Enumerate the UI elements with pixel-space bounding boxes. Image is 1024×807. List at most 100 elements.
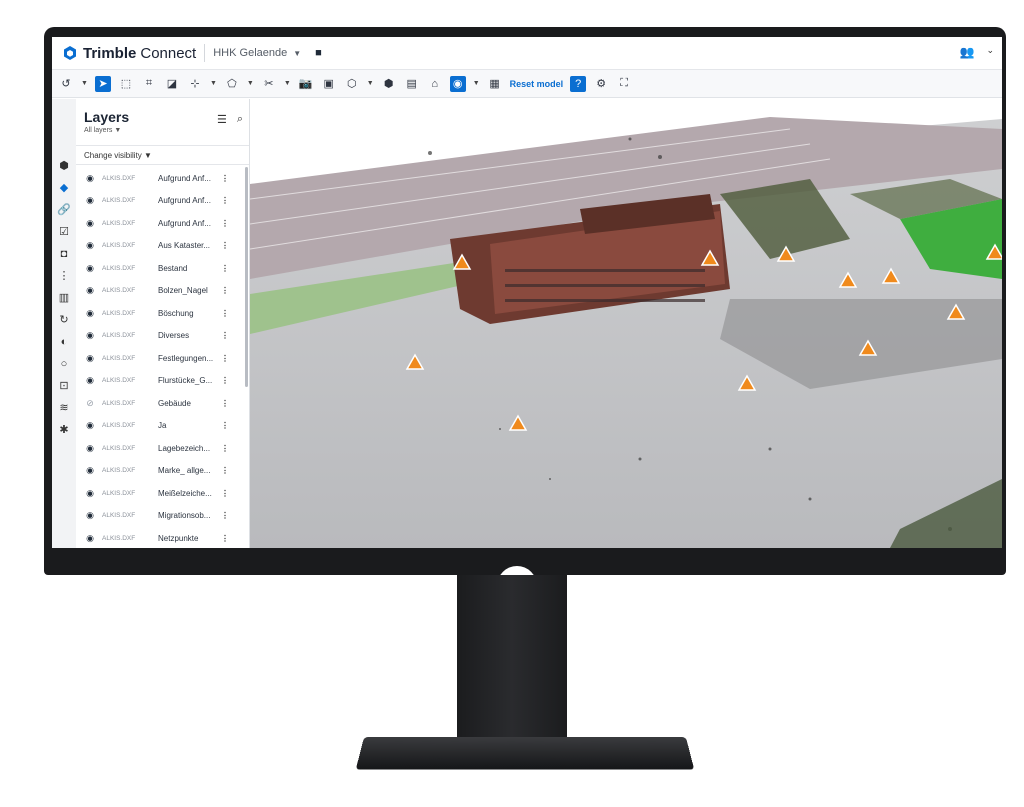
orbit-icon[interactable]: ↺ <box>58 76 74 92</box>
eye-icon[interactable]: ◉ <box>84 218 96 229</box>
more-options-icon[interactable]: ⋮ <box>220 241 230 250</box>
layer-row[interactable]: ◉ ALKIS.DXF Aufgrund Anf... ⋮ <box>76 167 244 190</box>
panel-scrollbar[interactable] <box>245 167 248 387</box>
walk-icon[interactable]: ⌂ <box>427 76 443 92</box>
chevron-down-icon[interactable]: ⌄ <box>986 45 994 59</box>
select-pointer-icon[interactable]: ➤ <box>94 75 111 92</box>
layer-row[interactable]: ◉ ALKIS.DXF Bolzen_Nagel ⋮ <box>76 280 244 303</box>
layer-row[interactable]: ◉ ALKIS.DXF Aufgrund Anf... ⋮ <box>76 190 244 213</box>
search-icon[interactable]: ⌕ <box>237 113 243 126</box>
focus-icon[interactable]: ⊡ <box>57 379 71 393</box>
layer-row[interactable]: ◉ ALKIS.DXF Bestand ⋮ <box>76 257 244 280</box>
eye-icon[interactable]: ◉ <box>84 488 96 499</box>
chevron-down-icon[interactable]: ▼ <box>473 80 480 87</box>
box-select-icon[interactable]: ⬚ <box>118 76 134 92</box>
eye-icon[interactable]: ◉ <box>84 465 96 476</box>
more-options-icon[interactable]: ⋮ <box>220 309 230 318</box>
more-options-icon[interactable]: ⋮ <box>220 376 230 385</box>
eye-icon[interactable]: ◉ <box>84 195 96 206</box>
layer-row[interactable]: ◉ ALKIS.DXF Aufgrund Anf... ⋮ <box>76 212 244 235</box>
gear-icon[interactable]: ⚙ <box>593 76 609 92</box>
more-options-icon[interactable]: ⋮ <box>220 174 230 183</box>
chevron-down-icon[interactable]: ▼ <box>210 80 217 87</box>
eye-icon[interactable]: ◉ <box>84 510 96 521</box>
more-options-icon[interactable]: ⋮ <box>220 399 230 408</box>
fullscreen-icon[interactable]: ⛶ <box>616 76 632 92</box>
eye-icon[interactable]: ◉ <box>84 285 96 296</box>
camera-view-icon[interactable]: ◘ <box>57 247 71 261</box>
eye-icon[interactable]: ◉ <box>84 308 96 319</box>
layer-row[interactable]: ◉ ALKIS.DXF Festlegungen... ⋮ <box>76 347 244 370</box>
calculator-icon[interactable]: ▦ <box>487 76 503 92</box>
measure-icon[interactable]: ⊹ <box>187 76 203 92</box>
layer-row[interactable]: ◉ ALKIS.DXF Ja ⋮ <box>76 415 244 438</box>
more-options-icon[interactable]: ⋮ <box>220 286 230 295</box>
more-options-icon[interactable]: ⋮ <box>220 444 230 453</box>
help-icon[interactable]: ? <box>570 75 587 92</box>
layer-row[interactable]: ◉ ALKIS.DXF Aus Kataster... ⋮ <box>76 235 244 258</box>
area-select-icon[interactable]: ⌗ <box>141 76 157 92</box>
tree-icon[interactable]: ⋮ <box>57 269 71 283</box>
object-icon[interactable]: ◐ <box>57 335 71 349</box>
eye-icon[interactable]: ◉ <box>84 443 96 454</box>
change-visibility-dropdown[interactable]: Change visibility ▼ <box>76 145 249 165</box>
chevron-down-icon[interactable]: ▼ <box>81 80 88 87</box>
more-options-icon[interactable]: ⋮ <box>220 421 230 430</box>
layer-row[interactable]: ◉ ALKIS.DXF Marke_ allge... ⋮ <box>76 460 244 483</box>
more-options-icon[interactable]: ⋮ <box>220 534 230 543</box>
chevron-down-icon[interactable]: ▼ <box>367 80 374 87</box>
extension-icon[interactable]: ✱ <box>57 423 71 437</box>
layer-row[interactable]: ⊘ ALKIS.DXF Gebäude ⋮ <box>76 392 244 415</box>
reset-model-button[interactable]: Reset model <box>510 79 564 89</box>
snapshot-icon[interactable]: ▣ <box>321 76 337 92</box>
eye-icon[interactable]: ◉ <box>84 263 96 274</box>
link-icon[interactable]: 🔗 <box>57 203 71 217</box>
layer-row[interactable]: ◉ ALKIS.DXF Böschung ⋮ <box>76 302 244 325</box>
more-options-icon[interactable]: ⋮ <box>220 354 230 363</box>
markup-shape-icon[interactable]: ⬠ <box>224 76 240 92</box>
clip-scissors-icon[interactable]: ✂ <box>261 76 277 92</box>
section-box-icon[interactable]: ⬢ <box>381 76 397 92</box>
layer-row[interactable]: ◉ ALKIS.DXF Diverses ⋮ <box>76 325 244 348</box>
camera-icon[interactable]: 📷 <box>298 76 314 92</box>
stack-icon[interactable]: ≋ <box>57 401 71 415</box>
more-options-icon[interactable]: ⋮ <box>220 331 230 340</box>
chevron-down-icon[interactable]: ▼ <box>247 80 254 87</box>
users-icon[interactable]: 👥 <box>960 45 975 59</box>
eye-icon[interactable]: ◉ <box>84 375 96 386</box>
ring-icon[interactable]: ○ <box>57 357 71 371</box>
more-options-icon[interactable]: ⋮ <box>220 466 230 475</box>
folder-icon[interactable]: ■ <box>315 47 322 59</box>
view-list-icon[interactable]: ▤ <box>404 76 420 92</box>
layer-row[interactable]: ◉ ALKIS.DXF Lagebezeich... ⋮ <box>76 437 244 460</box>
more-options-icon[interactable]: ⋮ <box>220 489 230 498</box>
more-options-icon[interactable]: ⋮ <box>220 264 230 273</box>
layer-row[interactable]: ◉ ALKIS.DXF Flurstücke_G... ⋮ <box>76 370 244 393</box>
more-options-icon[interactable]: ⋮ <box>220 219 230 228</box>
isolate-icon[interactable]: ◪ <box>164 76 180 92</box>
layers-icon[interactable]: ◆ <box>57 181 71 195</box>
layer-row[interactable]: ◉ ALKIS.DXF Meißelzeiche... ⋮ <box>76 482 244 505</box>
3d-viewport[interactable] <box>250 99 1002 548</box>
layer-filter-dropdown[interactable]: All layers ▼ <box>84 127 121 134</box>
eye-icon[interactable]: ◉ <box>84 420 96 431</box>
visibility-eye-icon[interactable]: ◉ <box>449 75 466 92</box>
eye-icon[interactable]: ◉ <box>84 173 96 184</box>
project-selector[interactable]: HHK Gelaende ▼ ■ <box>213 47 322 59</box>
eye-off-icon[interactable]: ⊘ <box>84 398 96 409</box>
more-options-icon[interactable]: ⋮ <box>220 196 230 205</box>
layer-row[interactable]: ◉ ALKIS.DXF Netzpunkte ⋮ <box>76 527 244 548</box>
eye-icon[interactable]: ◉ <box>84 533 96 544</box>
table-icon[interactable]: ▥ <box>57 291 71 305</box>
app-logo[interactable]: Trimble Connect <box>62 45 196 62</box>
history-icon[interactable]: ↻ <box>57 313 71 327</box>
layer-row[interactable]: ◉ ALKIS.DXF Migrationsob... ⋮ <box>76 505 244 528</box>
sort-icon[interactable]: ☰ <box>217 113 227 126</box>
eye-icon[interactable]: ◉ <box>84 240 96 251</box>
todo-icon[interactable]: ☑ <box>57 225 71 239</box>
eye-icon[interactable]: ◉ <box>84 353 96 364</box>
chevron-down-icon[interactable]: ▼ <box>284 80 291 87</box>
more-options-icon[interactable]: ⋮ <box>220 511 230 520</box>
model-cube-icon[interactable]: ⬢ <box>57 159 71 173</box>
cube-icon[interactable]: ⬡ <box>344 76 360 92</box>
